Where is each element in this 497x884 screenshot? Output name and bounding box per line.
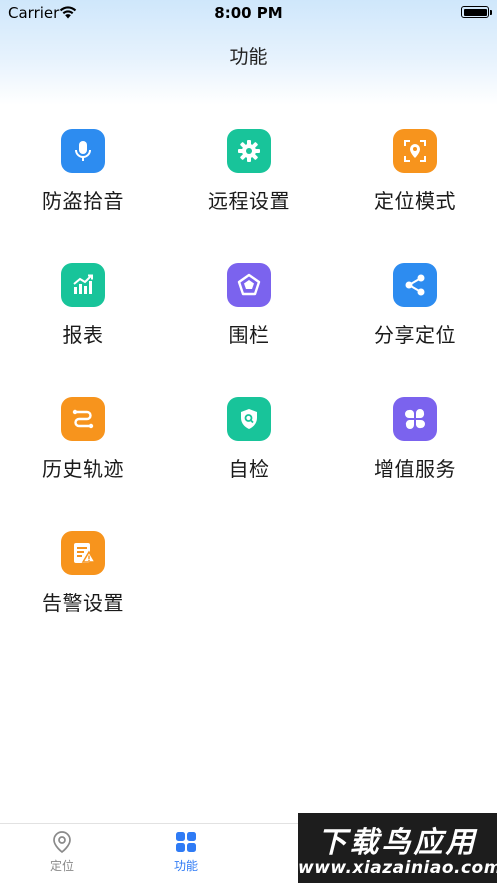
tab-label: 功能 xyxy=(173,859,198,873)
function-label: 围栏 xyxy=(228,323,270,347)
function-grid: 防盗拾音 远程设置 定位模式 报表 围栏 分享定位 历史轨迹 自检 增值服务 告… xyxy=(0,0,497,820)
tab-location[interactable]: 定位 xyxy=(22,830,102,874)
watermark-title: 下载鸟应用 xyxy=(317,825,478,859)
microphone-icon xyxy=(61,129,105,173)
location-pin-icon xyxy=(53,831,71,854)
function-label: 自检 xyxy=(228,457,270,481)
function-item-reports[interactable]: 报表 xyxy=(0,263,166,348)
location-scan-icon xyxy=(393,129,437,173)
function-item-anti-theft-audio[interactable]: 防盗拾音 xyxy=(0,129,166,214)
function-label: 历史轨迹 xyxy=(42,457,124,481)
function-item-location-mode[interactable]: 定位模式 xyxy=(332,129,497,214)
gear-icon xyxy=(227,129,271,173)
function-label: 增值服务 xyxy=(374,457,456,481)
grid-icon xyxy=(176,832,196,852)
grid-petals-icon xyxy=(393,397,437,441)
function-label: 防盗拾音 xyxy=(42,189,124,213)
function-label: 告警设置 xyxy=(42,591,124,615)
function-item-fence[interactable]: 围栏 xyxy=(166,263,332,348)
tab-functions[interactable]: 功能 xyxy=(146,830,226,874)
function-item-alarm-settings[interactable]: 告警设置 xyxy=(0,531,166,616)
function-label: 分享定位 xyxy=(374,323,456,347)
tab-label: 定位 xyxy=(49,859,74,873)
function-item-share-location[interactable]: 分享定位 xyxy=(332,263,497,348)
function-item-history-track[interactable]: 历史轨迹 xyxy=(0,397,166,482)
function-label: 远程设置 xyxy=(208,189,290,213)
function-label: 定位模式 xyxy=(374,189,456,213)
alarm-doc-icon xyxy=(61,531,105,575)
function-item-self-check[interactable]: 自检 xyxy=(166,397,332,482)
pentagon-fence-icon xyxy=(227,263,271,307)
chart-icon xyxy=(61,263,105,307)
function-item-value-added-services[interactable]: 增值服务 xyxy=(332,397,497,482)
function-label: 报表 xyxy=(62,323,104,347)
watermark: 下载鸟应用 www.xiazainiao.com xyxy=(298,813,497,883)
share-icon xyxy=(393,263,437,307)
function-item-remote-settings[interactable]: 远程设置 xyxy=(166,129,332,214)
track-path-icon xyxy=(61,397,105,441)
shield-search-icon xyxy=(227,397,271,441)
watermark-url: www.xiazainiao.com xyxy=(298,858,497,878)
